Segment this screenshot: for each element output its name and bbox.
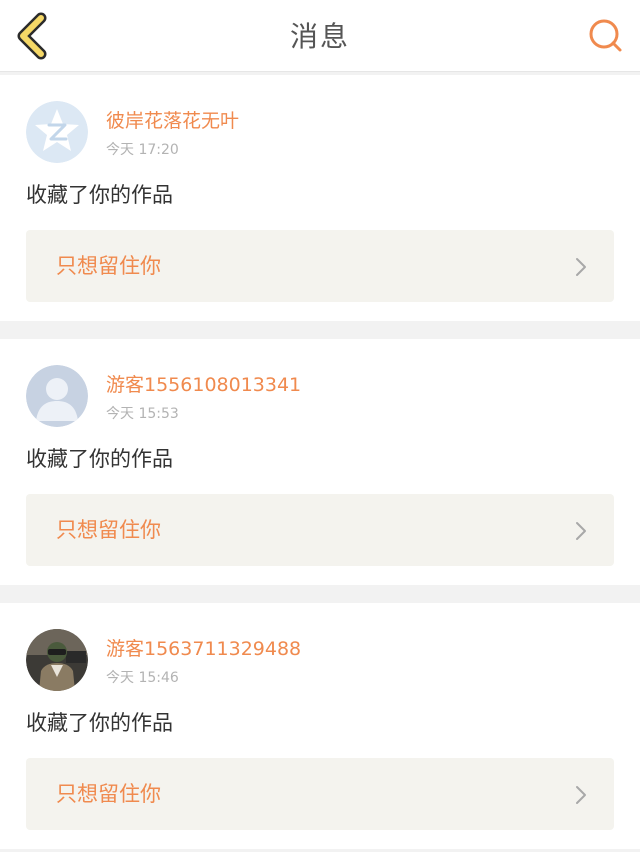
message-card: 游客1563711329488 今天 15:46 收藏了你的作品 只想留住你 <box>0 603 640 849</box>
page-title: 消息 <box>289 20 350 53</box>
work-link[interactable]: 只想留住你 <box>26 230 614 302</box>
message-card: 彼岸花落花无叶 今天 17:20 收藏了你的作品 只想留住你 <box>0 75 640 321</box>
work-title: 只想留住你 <box>56 782 161 806</box>
username[interactable]: 彼岸花落花无叶 <box>106 109 239 133</box>
avatar[interactable] <box>26 365 88 427</box>
action-text: 收藏了你的作品 <box>26 447 173 471</box>
username[interactable]: 游客1556108013341 <box>106 373 301 397</box>
work-title: 只想留住你 <box>56 254 161 278</box>
work-title: 只想留住你 <box>56 518 161 542</box>
action-text: 收藏了你的作品 <box>26 711 173 735</box>
search-button[interactable] <box>586 16 626 56</box>
search-icon <box>589 19 622 52</box>
default-user-avatar-icon <box>26 365 88 427</box>
work-link[interactable]: 只想留住你 <box>26 758 614 830</box>
work-link[interactable]: 只想留住你 <box>26 494 614 566</box>
message-time: 今天 15:53 <box>106 406 179 422</box>
username[interactable]: 游客1563711329488 <box>106 637 301 661</box>
message-card: 游客1556108013341 今天 15:53 收藏了你的作品 只想留住你 <box>0 339 640 585</box>
avatar[interactable] <box>26 629 88 691</box>
avatar[interactable] <box>26 101 88 163</box>
chevron-right-icon <box>576 522 586 540</box>
game-character-avatar-icon <box>26 629 88 691</box>
chevron-right-icon <box>576 258 586 276</box>
navigation-bar: 消息 <box>0 0 640 72</box>
chevron-right-icon <box>576 786 586 804</box>
message-time: 今天 17:20 <box>106 142 179 158</box>
message-time: 今天 15:46 <box>106 670 179 686</box>
action-text: 收藏了你的作品 <box>26 183 173 207</box>
qzone-avatar-icon <box>26 101 88 163</box>
